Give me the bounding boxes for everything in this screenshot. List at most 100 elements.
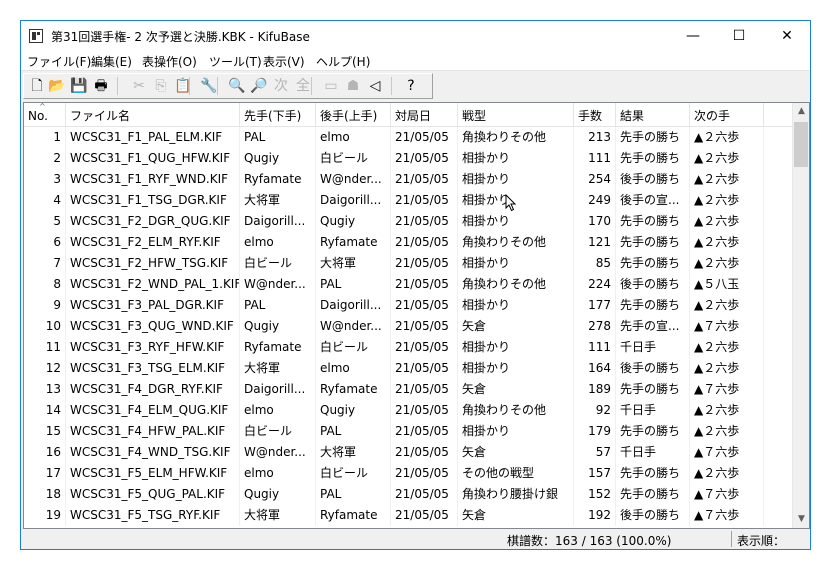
col-gote-cell: elmo [316,358,391,379]
table-row[interactable]: 13 WCSC31_F4_DGR_RYF.KIF Daigorill... Ryfam… [24,379,792,400]
table-row[interactable]: 8 WCSC31_F2_WND_PAL_1.KIF W@nder... PAL 21/0… [24,274,792,295]
speaker-icon[interactable]: ◁ [365,76,385,96]
scroll-thumb[interactable] [794,122,808,167]
toolbar-separator [217,77,218,95]
menu-tools[interactable]: ツール(T) [209,53,262,70]
wrench-icon[interactable]: 🔧 [199,76,219,96]
col-result-cell: 先手の宣... [616,316,690,337]
menu-table-ops[interactable]: 表操作(O) [142,53,197,70]
col-next-move-cell: ▲７六歩 [690,505,764,526]
col-gote-cell: W@nder... [316,316,391,337]
col-opening-cell: 相掛かり [458,169,574,190]
search-next-icon[interactable]: 🔎 [249,76,269,96]
table-row[interactable]: 9 WCSC31_F3_PAL_DGR.KIF PAL Daigorill... 21/… [24,295,792,316]
copy-icon[interactable]: ⎘ [151,76,171,96]
display-order: 表示順： [737,534,786,548]
col-next-move-cell: ▲５八玉 [690,274,764,295]
vertical-scrollbar[interactable]: ▲ ▼ [792,103,809,528]
toolbar: 🗋 📂 💾 🖶 ✂ ⎘ 📋 🔧 🔍 🔎 次全 ▭ ☗ ◁? [21,71,810,101]
header-col-no[interactable]: No. ^ [24,103,66,126]
table-row[interactable]: 5 WCSC31_F2_DGR_QUG.KIF Daigorill... Qugiy 2… [24,211,792,232]
header-label: 戦型 [462,109,487,123]
table-row[interactable]: 3 WCSC31_F1_RYF_WND.KIF Ryfamate W@nder... 2… [24,169,792,190]
table-row[interactable]: 18 WCSC31_F5_QUG_PAL.KIF Qugiy PAL 21/05/05 角… [24,484,792,505]
table-row[interactable]: 2 WCSC31_F1_QUG_HFW.KIF Qugiy 白ビール 21/05/05 相… [24,148,792,169]
print-icon[interactable]: 🖶 [91,76,111,96]
col-moves-cell: 170 [574,211,616,232]
col-result-cell: 千日手 [616,400,690,421]
header-col-sente[interactable]: 先手(下手) [240,103,316,126]
header-col-result[interactable]: 結果 [616,103,690,126]
table-row[interactable]: 11 WCSC31_F3_RYF_HFW.KIF Ryfamate 白ビール 21/05… [24,337,792,358]
col-result-cell: 千日手 [616,442,690,463]
status-bar: 棋譜数：163 / 163 (100.0%) 表示順： [21,529,810,549]
maximize-button[interactable]: ☐ [716,21,762,51]
table-row[interactable]: 6 WCSC31_F2_ELM_RYF.KIF elmo Ryfamate 21/05/… [24,232,792,253]
table-row[interactable]: 1 WCSC31_F1_PAL_ELM.KIF PAL elmo 21/05/05 角換わ… [24,127,792,148]
col-gote-cell: Daigorill... [316,190,391,211]
col-filename-cell: WCSC31_F3_TSG_ELM.KIF [66,358,240,379]
piece-icon[interactable]: ☗ [343,76,363,96]
table-row[interactable]: 16 WCSC31_F4_WND_TSG.KIF W@nder... 大将軍 21/05… [24,442,792,463]
col-date-cell: 21/05/05 [391,358,458,379]
open-folder-icon[interactable]: 📂 [47,76,67,96]
col-filename-cell: WCSC31_F1_QUG_HFW.KIF [66,148,240,169]
table-row[interactable]: 14 WCSC31_F4_ELM_QUG.KIF elmo Qugiy 21/05/05… [24,400,792,421]
header-col-filename[interactable]: ファイル名 [66,103,240,126]
col-opening-cell: 相掛かり [458,148,574,169]
scroll-down-icon[interactable]: ▼ [793,511,809,528]
col-filename-cell: WCSC31_F3_QUG_WND.KIF [66,316,240,337]
game-record-table[interactable]: No. ^ ファイル名 先手(下手) 後手(上手) 対局日 戦型 手数 結果 次の手 1 WCSC3… [23,102,810,529]
table-row[interactable]: 4 WCSC31_F1_TSG_DGR.KIF 大将軍 Daigorill... 21/… [24,190,792,211]
table-row[interactable]: 12 WCSC31_F3_TSG_ELM.KIF 大将軍 elmo 21/05/05 相掛… [24,358,792,379]
board-icon[interactable]: ▭ [321,76,341,96]
col-no-cell: 13 [24,379,66,400]
col-moves-cell: 177 [574,295,616,316]
menu-edit[interactable]: 編集(E) [91,53,132,70]
col-gote-cell: Ryfamate [316,505,391,526]
table-row[interactable]: 19 WCSC31_F5_TSG_RYF.KIF 大将軍 Ryfamate 21/05/… [24,505,792,526]
header-col-opening[interactable]: 戦型 [458,103,574,126]
table-row[interactable]: 10 WCSC31_F3_QUG_WND.KIF Qugiy W@nder... 21/… [24,316,792,337]
col-no-cell: 16 [24,442,66,463]
app-icon[interactable] [29,29,43,43]
next-label-icon[interactable]: 次 [271,76,291,96]
help-icon[interactable]: ? [401,76,421,96]
col-filename-cell: WCSC31_F4_DGR_RYF.KIF [66,379,240,400]
col-no-cell: 19 [24,505,66,526]
save-icon[interactable]: 💾 [69,76,89,96]
table-row[interactable]: 7 WCSC31_F2_HFW_TSG.KIF 白ビール 大将軍 21/05/05 相掛か… [24,253,792,274]
header-col-date[interactable]: 対局日 [391,103,458,126]
menu-file[interactable]: ファイル(F) [27,53,91,70]
table-row[interactable]: 17 WCSC31_F5_ELM_HFW.KIF elmo 白ビール 21/05/05 そ… [24,463,792,484]
minimize-button[interactable]: — [670,21,716,51]
header-col-gote[interactable]: 後手(上手) [316,103,391,126]
table-row[interactable]: 15 WCSC31_F4_HFW_PAL.KIF 白ビール PAL 21/05/05 相掛… [24,421,792,442]
col-date-cell: 21/05/05 [391,253,458,274]
menu-view[interactable]: 表示(V) [263,53,305,70]
header-col-next-move[interactable]: 次の手 [690,103,764,126]
new-file-icon[interactable]: 🗋 [27,76,47,96]
col-result-cell: 後手の宣... [616,190,690,211]
col-moves-cell: 164 [574,358,616,379]
header-col-moves[interactable]: 手数 [574,103,616,126]
col-moves-cell: 121 [574,232,616,253]
col-moves-cell: 92 [574,400,616,421]
scroll-up-icon[interactable]: ▲ [793,103,809,120]
col-sente-cell: Qugiy [240,148,316,169]
search-icon[interactable]: 🔍 [227,76,247,96]
sort-ascending-icon: ^ [39,103,46,111]
paste-icon[interactable]: 📋 [173,76,193,96]
col-filename-cell: WCSC31_F2_WND_PAL_1.KIF [66,274,240,295]
cut-icon[interactable]: ✂ [129,76,149,96]
col-next-move-cell: ▲２六歩 [690,421,764,442]
title-bar[interactable]: 第31回選手権- 2 次予選と決勝.KBK - KifuBase — ☐ ✕ [21,21,810,51]
all-label-icon[interactable]: 全 [293,76,313,96]
col-no-cell: 11 [24,337,66,358]
col-opening-cell: 角換わりその他 [458,232,574,253]
header-label: 対局日 [395,109,432,123]
col-gote-cell: 大将軍 [316,253,391,274]
col-opening-cell: 相掛かり [458,253,574,274]
close-button[interactable]: ✕ [764,21,810,51]
menu-help[interactable]: ヘルプ(H) [316,53,370,70]
